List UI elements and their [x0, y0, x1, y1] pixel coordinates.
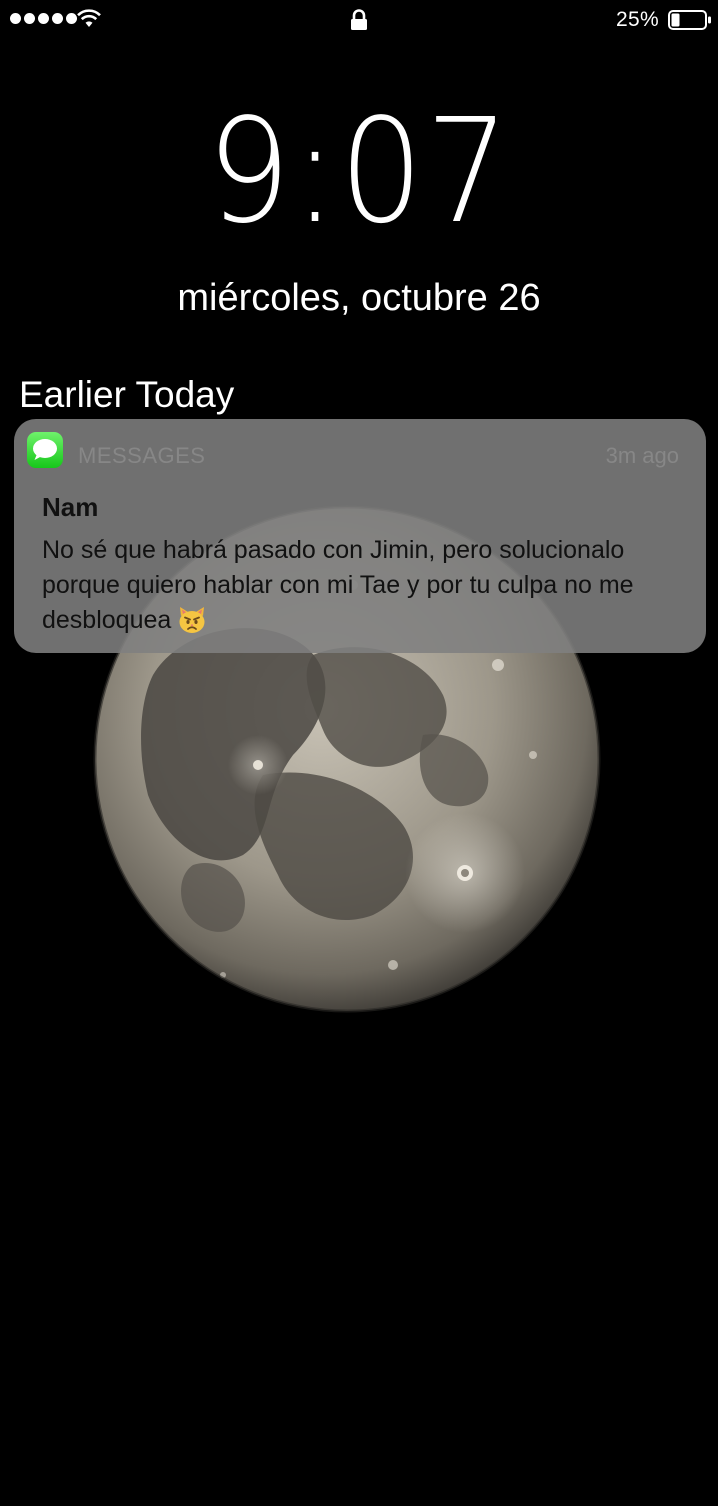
battery-percentage: 25%: [616, 8, 659, 31]
notification-time: 3m ago: [605, 443, 679, 468]
messages-app-icon: [27, 432, 63, 468]
lock-screen-date: miércoles, octubre 26: [177, 277, 541, 319]
notification-sender: Nam: [42, 492, 99, 522]
message-notification[interactable]: MESSAGES 3m ago Nam No sé que habrá pasa…: [14, 419, 706, 653]
notification-message-text: No sé que habrá pasado con Jimin, pero s…: [42, 536, 634, 634]
status-bar: 25%: [0, 0, 718, 38]
notification-header: MESSAGES 3m ago: [14, 419, 706, 491]
pouting-cat-emoji-icon: [177, 606, 207, 644]
notification-message-body: No sé que habrá pasado con Jimin, pero s…: [42, 533, 692, 644]
lock-icon: [349, 9, 369, 36]
notification-app-name: MESSAGES: [78, 443, 206, 468]
wifi-icon: [76, 8, 102, 33]
cellular-signal-icon: [10, 13, 77, 24]
battery-icon: [668, 10, 712, 35]
lock-screen-time: 9:07: [206, 87, 512, 255]
notifications-section-title: Earlier Today: [19, 374, 235, 415]
